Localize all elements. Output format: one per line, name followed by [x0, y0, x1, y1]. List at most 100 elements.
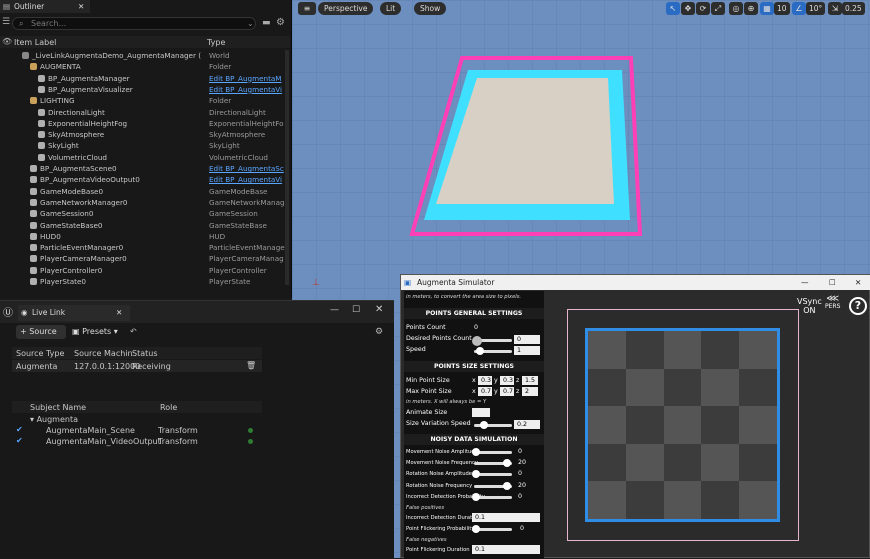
col-source-type[interactable]: Source Type: [16, 349, 64, 358]
col-type[interactable]: Type: [207, 38, 225, 47]
edit-blueprint-link[interactable]: Edit BP_AugmentaM: [209, 73, 282, 84]
outliner-scrollbar[interactable]: [285, 50, 289, 285]
filter-icon[interactable]: ☰: [2, 17, 10, 29]
outliner-row[interactable]: SkyLight SkyLight: [0, 140, 290, 151]
col-role[interactable]: Role: [160, 403, 177, 412]
variation-speed-field[interactable]: 0.2: [514, 420, 540, 429]
projection-toggle[interactable]: ⋘ PERS: [825, 295, 840, 311]
outliner-row[interactable]: PlayerController0 PlayerController: [0, 265, 290, 276]
outliner-row[interactable]: GameNetworkManager0 GameNetworkManag: [0, 197, 290, 208]
min-y-field[interactable]: 0.3: [500, 376, 514, 385]
outliner-row[interactable]: GameModeBase0 GameModeBase: [0, 186, 290, 197]
close-icon[interactable]: ✕: [78, 0, 84, 13]
perspective-button[interactable]: Perspective: [318, 2, 374, 15]
col-item-label[interactable]: Item Label: [14, 38, 56, 47]
speed-knob[interactable]: [476, 347, 484, 355]
animate-size-toggle[interactable]: [472, 408, 490, 417]
min-x-field[interactable]: 0.3: [478, 376, 492, 385]
source-row[interactable]: Augmenta 127.0.0.1:12000 Receiving 🗑: [12, 360, 262, 372]
trash-icon[interactable]: 🗑: [246, 361, 256, 370]
revert-icon[interactable]: ↶: [130, 327, 137, 336]
select-mode-icon[interactable]: ↖: [666, 2, 680, 15]
help-button[interactable]: ?: [849, 297, 867, 315]
outliner-row[interactable]: PlayerState0 PlayerState: [0, 276, 290, 287]
edit-blueprint-link[interactable]: Edit BP_AugmentaVi: [209, 84, 282, 95]
max-x-field[interactable]: 0.7: [478, 387, 492, 396]
speed-field[interactable]: 1: [514, 346, 540, 355]
surface-snap-icon[interactable]: ⊕: [744, 2, 758, 15]
viewport-menu-button[interactable]: ≡: [298, 2, 316, 15]
outliner-row[interactable]: ParticleEventManager0 ParticleEventManage: [0, 242, 290, 253]
col-source-machine[interactable]: Source Machin: [74, 349, 133, 358]
outliner-row[interactable]: LIGHTING Folder: [0, 95, 290, 106]
noise-row-knob[interactable]: [472, 448, 480, 456]
noise-row-knob[interactable]: [472, 492, 480, 501]
outliner-row[interactable]: BP_AugmentaVisualizer Edit BP_AugmentaVi: [0, 84, 290, 95]
max-y-field[interactable]: 0.7: [500, 387, 514, 396]
grid-snap-value[interactable]: 10: [774, 2, 790, 15]
scale-snap-icon[interactable]: ⇲: [828, 2, 842, 15]
vsync-indicator[interactable]: VSync ON: [797, 297, 822, 315]
subject-row[interactable]: ✔ AugmentaMain_Scene Transform: [12, 425, 262, 436]
maximize-icon[interactable]: ☐: [352, 305, 360, 315]
outliner-row[interactable]: AUGMENTA Folder: [0, 61, 290, 72]
col-subject-name[interactable]: Subject Name: [30, 403, 86, 412]
incorrect-duration-field[interactable]: 0.1: [472, 513, 540, 522]
outliner-row[interactable]: BP_AugmentaVideoOutput0 Edit BP_AugmentaV…: [0, 174, 290, 185]
checkbox-checked-icon[interactable]: ✔: [16, 436, 23, 445]
presets-button[interactable]: ▣ Presets ▾: [72, 325, 124, 339]
noise-row-knob[interactable]: [472, 470, 480, 479]
outliner-row[interactable]: SkyAtmosphere SkyAtmosphere: [0, 129, 290, 140]
col-status[interactable]: Status: [132, 349, 158, 358]
angle-snap-value[interactable]: 10°: [806, 2, 826, 15]
camera-speed-value[interactable]: 0.25: [842, 2, 865, 15]
variation-speed-knob[interactable]: [480, 421, 488, 429]
edit-blueprint-link[interactable]: Edit BP_AugmentaSc: [209, 163, 284, 174]
chevron-down-icon[interactable]: ⌄: [247, 19, 254, 28]
close-icon[interactable]: ✕: [116, 305, 122, 321]
outliner-row[interactable]: BP_AugmentaManager Edit BP_AugmentaM: [0, 73, 290, 84]
grid-snap-icon[interactable]: ▦: [760, 2, 774, 15]
outliner-row[interactable]: BP_AugmentaScene0 Edit BP_AugmentaSc: [0, 163, 290, 174]
noise-row-knob[interactable]: [502, 459, 511, 468]
close-window-icon[interactable]: ✕: [375, 304, 383, 315]
outliner-row[interactable]: GameStateBase0 GameStateBase: [0, 220, 290, 231]
lit-button[interactable]: Lit: [380, 2, 402, 15]
min-z-field[interactable]: 1.5: [522, 376, 538, 385]
maximize-icon[interactable]: ☐: [829, 275, 836, 290]
outliner-row[interactable]: HUD0 HUD: [0, 231, 290, 242]
search-input[interactable]: ⌕ Search... ⌄: [12, 17, 256, 30]
gear-icon[interactable]: ⚙: [276, 17, 285, 28]
outliner-row[interactable]: ExponentialHeightFog ExponentialHeightFo: [0, 118, 290, 129]
outliner-row[interactable]: _LiveLinkAugmentaDemo_AugmentaManager (W…: [0, 50, 290, 61]
simulation-area[interactable]: [585, 328, 780, 522]
outliner-row[interactable]: DirectionalLight DirectionalLight: [0, 107, 290, 118]
scale-icon[interactable]: ⤢: [711, 2, 725, 15]
rotate-icon[interactable]: ⟳: [696, 2, 710, 15]
desired-points-field[interactable]: 0: [514, 335, 540, 344]
noise-row-knob[interactable]: [502, 481, 511, 490]
tab-live-link[interactable]: ◉ Live Link ✕: [18, 305, 130, 321]
subject-row[interactable]: ✔ AugmentaMain_VideoOutput Transform: [12, 436, 262, 447]
minimize-icon[interactable]: —: [801, 275, 809, 290]
max-z-field[interactable]: 2: [522, 387, 538, 396]
show-button[interactable]: Show: [414, 2, 447, 15]
tab-outliner[interactable]: ▤ Outliner ✕: [0, 0, 90, 13]
add-source-button[interactable]: + Source: [16, 325, 66, 339]
world-local-icon[interactable]: ◎: [729, 2, 743, 15]
flicker-duration-field[interactable]: 0.1: [472, 545, 540, 554]
outliner-row[interactable]: GameSession0 GameSession: [0, 208, 290, 219]
translate-icon[interactable]: ✥: [681, 2, 695, 15]
angle-snap-icon[interactable]: ∠: [792, 2, 806, 15]
settings-gear-icon[interactable]: ⚙: [375, 327, 383, 337]
desired-points-knob[interactable]: [472, 336, 482, 346]
folder-add-icon[interactable]: ▬: [262, 18, 271, 28]
subject-group[interactable]: ▾ Augmenta: [30, 415, 78, 424]
close-icon[interactable]: ✕: [855, 275, 861, 290]
outliner-row[interactable]: PlayerCameraManager0 PlayerCameraManag: [0, 253, 290, 264]
checkbox-checked-icon[interactable]: ✔: [16, 425, 23, 434]
flicker-probability-knob[interactable]: [472, 525, 480, 533]
edit-blueprint-link[interactable]: Edit BP_AugmentaVi: [209, 174, 282, 185]
outliner-row[interactable]: VolumetricCloud VolumetricCloud: [0, 152, 290, 163]
minimize-icon[interactable]: —: [330, 305, 339, 315]
